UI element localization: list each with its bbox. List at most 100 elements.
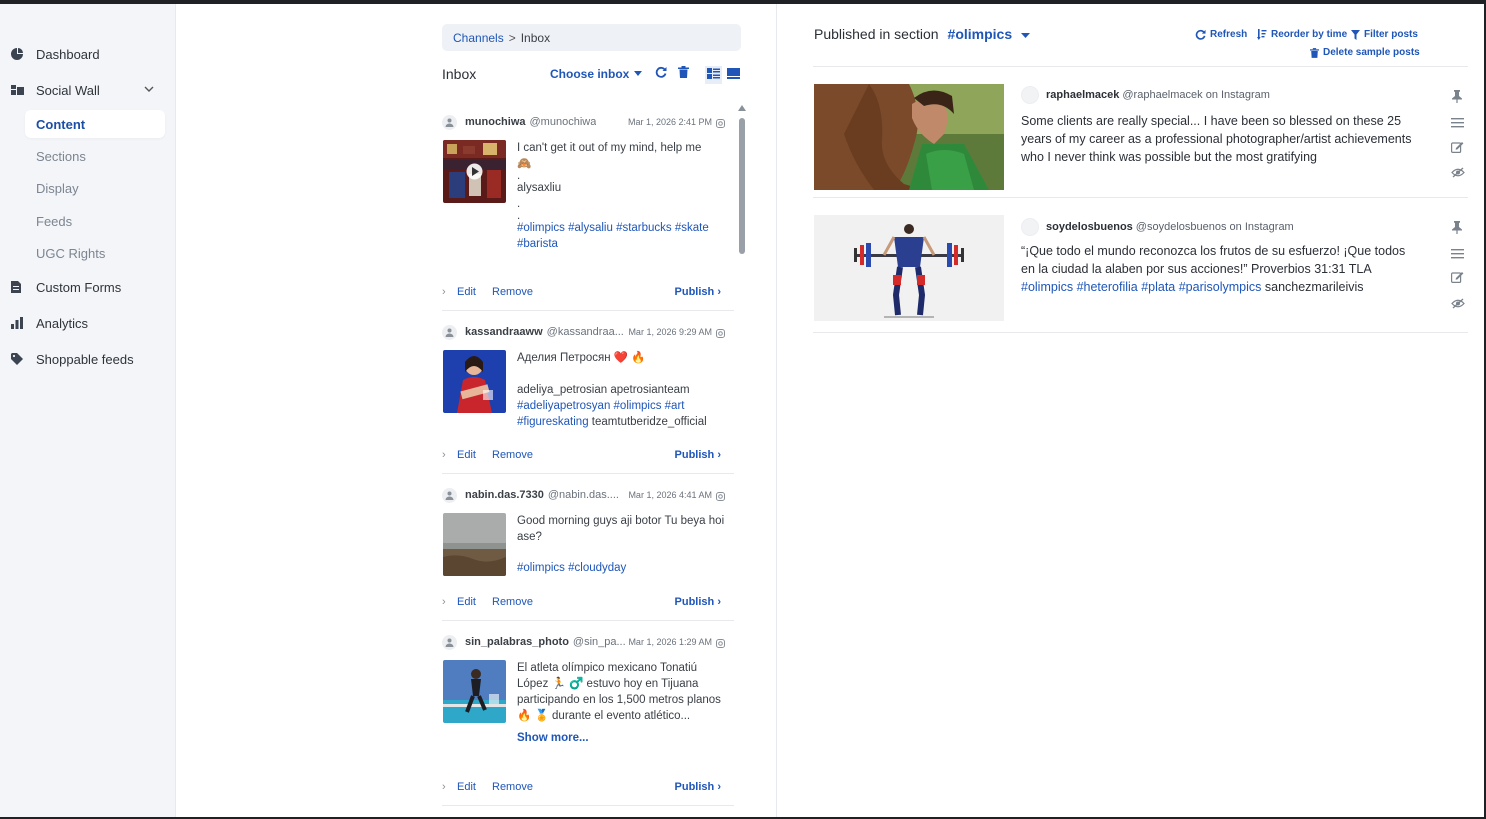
menu-icon[interactable]: [1451, 248, 1464, 262]
post-thumbnail[interactable]: [443, 350, 506, 413]
refresh-label: Refresh: [1210, 29, 1248, 40]
post-text-line: Good morning guys aji botor Tu beya hoi …: [517, 515, 725, 543]
post-thumbnail[interactable]: [443, 140, 506, 203]
post-hashtags[interactable]: #olimpics #alysaliu #starbucks #skate #b…: [517, 220, 725, 252]
delete-samples-label: Delete sample posts: [1323, 47, 1420, 58]
post-text-line: [517, 545, 725, 560]
card-header: munochiwa @munochiwa Mar 1, 2026 2:41 PM: [442, 114, 734, 130]
sidebar-sub-ugc-rights[interactable]: UGC Rights: [25, 239, 165, 267]
post-image[interactable]: [814, 215, 1004, 321]
sidebar-item-dashboard[interactable]: Dashboard: [0, 40, 176, 68]
delete-sample-posts-button[interactable]: Delete sample posts: [1310, 47, 1420, 58]
sidebar-item-analytics[interactable]: Analytics: [0, 309, 176, 337]
post-text-line: .: [517, 210, 521, 222]
refresh-icon[interactable]: [655, 66, 667, 81]
author-name: nabin.das.7330: [465, 489, 544, 501]
post-text-line: [517, 366, 725, 382]
analytics-icon: [0, 317, 36, 329]
sort-icon: [1257, 29, 1267, 40]
published-post: raphaelmacek @raphaelmacek on Instagram …: [813, 66, 1468, 198]
publish-button[interactable]: Publish ›: [675, 596, 721, 608]
edit-button[interactable]: Edit: [457, 781, 492, 793]
edit-icon[interactable]: [1451, 271, 1464, 286]
chevron-right-icon[interactable]: ›: [442, 781, 457, 793]
chevron-right-icon[interactable]: ›: [442, 286, 457, 298]
inbox-card: munochiwa @munochiwa Mar 1, 2026 2:41 PM…: [442, 114, 734, 311]
post-hashtags[interactable]: #olimpics #cloudyday: [517, 560, 725, 576]
chevron-right-icon[interactable]: ›: [442, 449, 457, 461]
breadcrumb-channels-link[interactable]: Channels: [453, 31, 504, 45]
post-thumbnail[interactable]: [443, 660, 506, 723]
breadcrumb-separator: >: [508, 30, 516, 45]
post-date: Mar 1, 2026 1:29 AM: [628, 637, 712, 647]
card-actions: › Edit Remove Publish ›: [442, 284, 734, 300]
sidebar-item-custom-forms[interactable]: Custom Forms: [0, 273, 176, 301]
column-divider: [776, 4, 777, 817]
remove-button[interactable]: Remove: [492, 449, 533, 461]
sidebar-sub-content[interactable]: Content: [25, 110, 165, 138]
pin-icon[interactable]: [1451, 221, 1463, 237]
pin-icon[interactable]: [1451, 90, 1463, 106]
inbox-card: sin_palabras_photo @sin_pa... Mar 1, 202…: [442, 634, 734, 806]
breadcrumb-current: Inbox: [520, 30, 551, 45]
refresh-icon: [1195, 29, 1206, 40]
remove-button[interactable]: Remove: [492, 781, 533, 793]
post-divider: [813, 66, 1468, 67]
inbox-card: kassandraaww @kassandraa... Mar 1, 2026 …: [442, 324, 734, 474]
caret-down-icon: [1021, 33, 1031, 38]
publish-label: Publish: [674, 781, 715, 793]
post-thumbnail[interactable]: [443, 513, 506, 576]
remove-button[interactable]: Remove: [492, 286, 533, 298]
post-text: I can't get it out of my mind, help me 🙈…: [517, 140, 725, 252]
post-header: raphaelmacek @raphaelmacek on Instagram: [1021, 86, 1270, 104]
hide-icon[interactable]: [1451, 298, 1465, 312]
reorder-label: Reorder by time: [1271, 29, 1348, 40]
choose-inbox-dropdown[interactable]: Choose inbox: [550, 67, 643, 81]
publish-button[interactable]: Publish ›: [675, 286, 721, 298]
card-header: sin_palabras_photo @sin_pa... Mar 1, 202…: [442, 634, 734, 650]
author-name: munochiwa: [465, 116, 526, 128]
publish-button[interactable]: Publish ›: [675, 449, 721, 461]
edit-icon[interactable]: [1451, 141, 1464, 156]
remove-button[interactable]: Remove: [492, 596, 533, 608]
publish-button[interactable]: Publish ›: [675, 781, 721, 793]
instagram-icon: [716, 637, 725, 651]
post-hashtags[interactable]: #olimpics #heterofilia #plata #parisolym…: [1021, 280, 1261, 294]
card-header: kassandraaww @kassandraa... Mar 1, 2026 …: [442, 324, 734, 340]
author-handle: @munochiwa: [529, 116, 597, 128]
sidebar-item-social-wall[interactable]: Social Wall: [0, 76, 176, 104]
chevron-down-icon[interactable]: [144, 83, 154, 97]
author-handle: @kassandraa...: [546, 326, 624, 338]
sidebar-sub-sections[interactable]: Sections: [25, 142, 165, 170]
post-text-line: El atleta olímpico mexicano Tonatiú Lópe…: [517, 662, 721, 722]
refresh-button[interactable]: Refresh: [1195, 29, 1247, 40]
author-name: sin_palabras_photo: [465, 636, 569, 648]
post-image[interactable]: [814, 84, 1004, 190]
sidebar-item-shoppable-feeds[interactable]: Shoppable feeds: [0, 345, 176, 373]
trash-icon: [1310, 47, 1319, 58]
filter-posts-button[interactable]: Filter posts: [1351, 29, 1418, 40]
filter-label: Filter posts: [1364, 29, 1418, 40]
inbox-scrollbar-thumb[interactable]: [739, 118, 745, 254]
chevron-right-icon[interactable]: ›: [442, 596, 457, 608]
edit-button[interactable]: Edit: [457, 286, 492, 298]
instagram-icon: [716, 117, 725, 131]
edit-button[interactable]: Edit: [457, 596, 492, 608]
edit-button[interactable]: Edit: [457, 449, 492, 461]
list-view-icon[interactable]: [705, 66, 722, 84]
hide-icon[interactable]: [1451, 167, 1465, 181]
post-text-line: adeliya_petrosian apetrosianteam: [517, 384, 690, 396]
publish-label: Publish: [674, 286, 715, 298]
sidebar-sub-feeds[interactable]: Feeds: [25, 207, 165, 235]
show-more-link[interactable]: Show more...: [517, 730, 725, 746]
menu-icon[interactable]: [1451, 117, 1464, 131]
section-dropdown[interactable]: #olimpics: [948, 26, 1031, 42]
card-view-icon[interactable]: [727, 68, 740, 82]
avatar: [442, 487, 457, 503]
trash-icon[interactable]: [678, 66, 689, 81]
post-text-tail: teamtutberidze_official: [588, 416, 707, 428]
reorder-by-time-button[interactable]: Reorder by time: [1257, 29, 1347, 40]
post-body: Some clients are really special... I hav…: [1021, 114, 1412, 164]
social-wall-icon: [0, 84, 36, 96]
sidebar-sub-display[interactable]: Display: [25, 174, 165, 202]
